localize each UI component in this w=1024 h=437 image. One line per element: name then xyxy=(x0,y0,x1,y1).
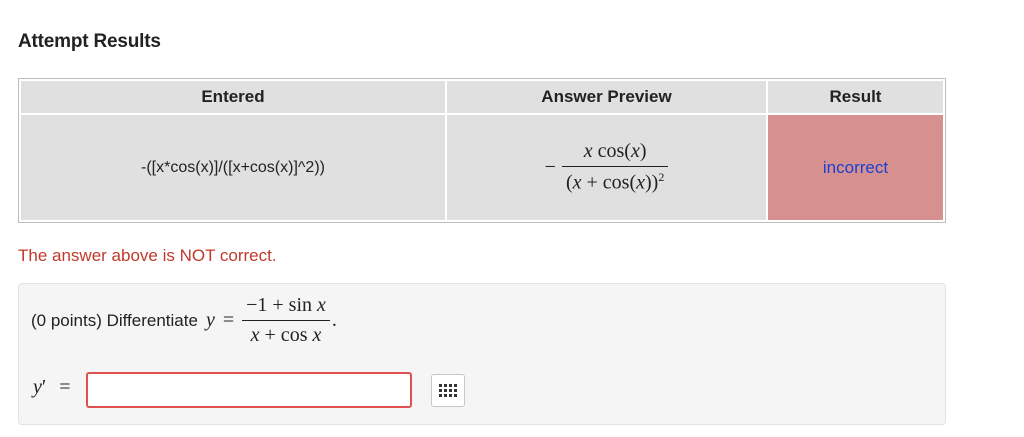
problem-panel: (0 points) Differentiate y = −1 + sin x … xyxy=(18,283,946,425)
problem-numerator: −1 + sin x xyxy=(242,294,330,321)
equation-editor-button[interactable] xyxy=(431,374,465,407)
result-cell: incorrect xyxy=(768,115,943,220)
problem-equals: = xyxy=(222,309,235,331)
preview-fraction: x cos(x) (x + cos(x))2 xyxy=(561,140,669,195)
answer-input[interactable] xyxy=(86,372,412,408)
page-title: Attempt Results xyxy=(18,31,161,52)
problem-fraction: −1 + sin x x + cos x xyxy=(242,294,330,347)
header-result: Result xyxy=(768,81,943,114)
results-table: Entered Answer Preview Result -([x*cos(x… xyxy=(18,78,946,223)
problem-var: y xyxy=(205,309,215,331)
problem-denominator: x + cos x xyxy=(250,324,322,346)
preview-numerator: x cos(x) xyxy=(561,140,669,168)
table-row: -([x*cos(x)]/([x+cos(x)]^2)) − x cos(x) … xyxy=(21,115,943,220)
entered-cell: -([x*cos(x)]/([x+cos(x)]^2)) xyxy=(21,115,445,220)
preview-denominator: (x + cos(x))2 xyxy=(565,170,665,195)
problem-period: . xyxy=(331,309,337,331)
preview-minus-sign: − xyxy=(544,156,556,179)
incorrect-message: The answer above is NOT correct. xyxy=(18,246,277,265)
answer-preview-cell: − x cos(x) (x + cos(x))2 xyxy=(447,115,766,220)
preview-exponent: 2 xyxy=(658,170,665,185)
answer-preview-formula: − x cos(x) (x + cos(x))2 xyxy=(545,140,669,195)
header-answer-preview: Answer Preview xyxy=(447,81,766,114)
answer-label: y′ = xyxy=(33,376,71,398)
header-entered: Entered xyxy=(21,81,445,114)
equation-grid-icon xyxy=(439,383,457,397)
problem-statement: (0 points) Differentiate y = −1 + sin x … xyxy=(31,294,337,347)
problem-text: (0 points) Differentiate xyxy=(31,310,198,330)
